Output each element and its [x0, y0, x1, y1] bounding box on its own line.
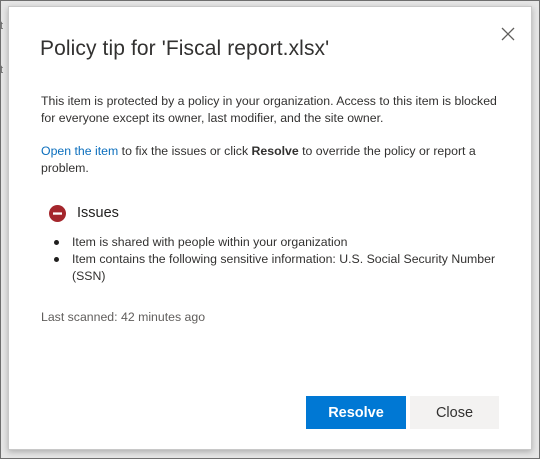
close-dialog-button[interactable]: Close	[410, 396, 499, 429]
last-scanned-text: Last scanned: 42 minutes ago	[41, 310, 206, 324]
dialog-title: Policy tip for 'Fiscal report.xlsx'	[40, 37, 330, 60]
background-text: t	[0, 20, 4, 32]
issues-list: Item is shared with people within your o…	[51, 234, 501, 285]
bullet-icon	[54, 257, 59, 262]
policy-description: This item is protected by a policy in yo…	[41, 94, 497, 125]
resolve-emphasis: Resolve	[251, 144, 299, 158]
open-item-link[interactable]: Open the item	[41, 144, 118, 158]
issue-text: Item is shared with people within your o…	[72, 235, 348, 249]
bullet-icon	[54, 240, 59, 245]
background-text: t	[0, 64, 4, 76]
close-button[interactable]	[497, 23, 519, 45]
issue-text: Item contains the following sensitive in…	[72, 252, 496, 283]
close-icon	[501, 27, 515, 41]
resolve-button[interactable]: Resolve	[306, 396, 406, 429]
list-item: Item is shared with people within your o…	[51, 234, 501, 251]
stop-icon	[49, 205, 66, 222]
policy-tip-dialog: Policy tip for 'Fiscal report.xlsx' This…	[8, 6, 532, 450]
action-instructions: Open the item to fix the issues or click…	[41, 143, 501, 177]
issues-heading: Issues	[77, 205, 119, 221]
list-item: Item contains the following sensitive in…	[51, 251, 501, 285]
instruction-text: to fix the issues or click	[118, 144, 252, 158]
